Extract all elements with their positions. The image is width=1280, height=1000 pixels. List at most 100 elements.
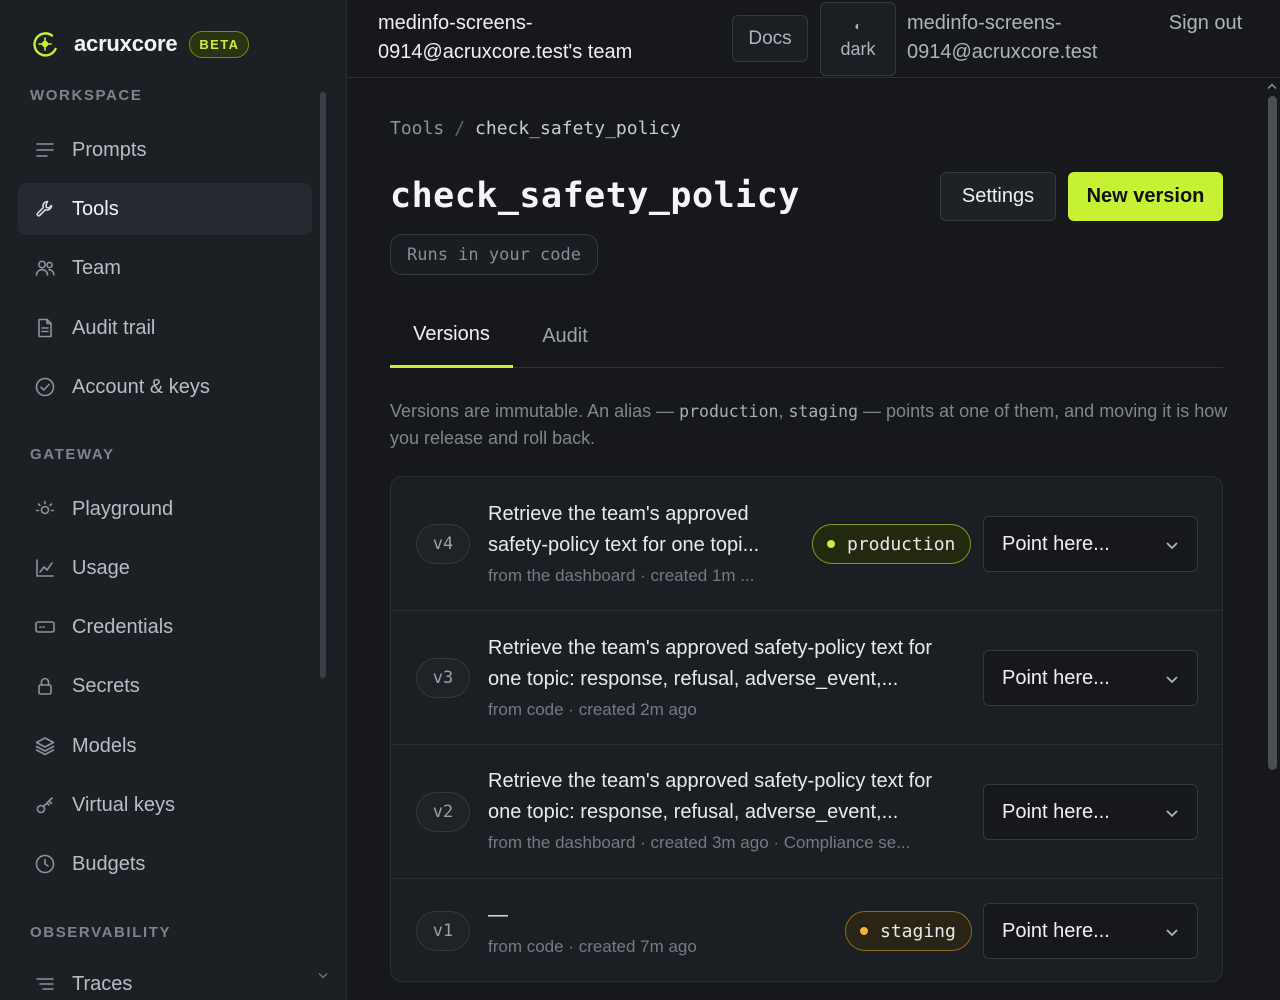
point-alias-select[interactable]: Point here...: [983, 903, 1198, 959]
sidebar-item-playground[interactable]: Playground: [18, 483, 312, 535]
sidebar-item-virtual-keys[interactable]: Virtual keys: [18, 779, 312, 831]
chevron-down-icon: [1166, 929, 1178, 937]
sidebar-item-label: Budgets: [72, 852, 146, 875]
intro-alias-production: production: [679, 402, 779, 421]
breadcrumb-separator: /: [454, 118, 466, 139]
sun-icon: [35, 500, 55, 515]
sidebar-item-team[interactable]: Team: [18, 242, 312, 294]
sidebar: acruxcore BETA WORKSPACE Prompts Tools T…: [0, 0, 347, 1000]
sidebar-item-models[interactable]: Models: [18, 720, 312, 772]
version-description: Retrieve the team's approved safety-poli…: [488, 503, 760, 556]
list-icon: [36, 143, 54, 157]
lock-icon: [38, 677, 52, 695]
new-version-button[interactable]: New version: [1068, 172, 1223, 221]
settings-button[interactable]: Settings: [940, 172, 1056, 221]
sidebar-item-label: Account & keys: [72, 375, 210, 398]
breadcrumb-current: check_safety_policy: [475, 118, 681, 139]
version-badge: v2: [416, 792, 470, 832]
acruxcore-logo-icon: [33, 32, 57, 57]
point-alias-select[interactable]: Point here...: [983, 516, 1198, 572]
alias-badge-production: production: [812, 524, 972, 564]
sidebar-item-prompts[interactable]: Prompts: [18, 124, 312, 176]
point-alias-select[interactable]: Point here...: [983, 784, 1198, 840]
team-name[interactable]: medinfo-screens-0914@acruxcore.test's te…: [378, 9, 698, 67]
wrench-icon: [36, 200, 53, 217]
tab-audit[interactable]: Audit: [530, 304, 600, 368]
version-meta: from the dashboard · created 3m ago · Co…: [488, 833, 911, 852]
sidebar-item-tools[interactable]: Tools: [18, 183, 312, 235]
beta-badge: BETA: [189, 30, 250, 58]
breadcrumb: Tools / check_safety_policy: [390, 118, 681, 139]
sidebar-item-label: Team: [72, 256, 121, 279]
users-icon: [35, 260, 55, 276]
sidebar-item-label: Secrets: [72, 674, 140, 697]
sidebar-item-audit-trail[interactable]: Audit trail: [18, 302, 312, 354]
version-description: Retrieve the team's approved safety-poli…: [488, 770, 933, 823]
version-description: Retrieve the team's approved safety-poli…: [488, 637, 933, 690]
version-meta: from code · created 2m ago: [488, 700, 697, 719]
version-row-v4[interactable]: v4 Retrieve the team's approved safety-p…: [391, 477, 1222, 611]
sidebar-item-label: Virtual keys: [72, 793, 176, 816]
intro-text-2: ,: [778, 401, 789, 421]
alias-label: staging: [880, 920, 956, 942]
page-title: check_safety_policy: [390, 176, 800, 216]
theme-toggle-button[interactable]: ◐ dark: [820, 2, 896, 76]
sidebar-item-secrets[interactable]: Secrets: [18, 660, 312, 712]
sidebar-scrollbar[interactable]: [320, 92, 326, 678]
alias-label: production: [847, 533, 956, 555]
sidebar-item-budgets[interactable]: Budgets: [18, 838, 312, 890]
point-alias-select-value: Point here...: [1002, 919, 1110, 942]
tab-bar: Versions Audit: [390, 304, 1223, 368]
sign-out-link[interactable]: Sign out: [1167, 9, 1244, 38]
sidebar-item-label: Models: [72, 734, 137, 757]
runs-in-code-badge: Runs in your code: [390, 234, 598, 275]
main-scrollbar-thumb[interactable]: [1268, 96, 1277, 770]
sidebar-item-label: Audit trail: [72, 316, 156, 339]
sidebar-item-label: Tools: [72, 197, 119, 220]
versions-intro-text: Versions are immutable. An alias — produ…: [390, 398, 1230, 452]
version-badge: v4: [416, 524, 470, 564]
sidebar-item-label: Credentials: [72, 615, 174, 638]
breadcrumb-parent-tools[interactable]: Tools: [390, 118, 444, 139]
sidebar-item-usage[interactable]: Usage: [18, 542, 312, 594]
check-circle-icon: [35, 377, 55, 397]
half-moon-icon: ◐: [854, 18, 862, 33]
document-icon: [38, 318, 52, 338]
tab-versions[interactable]: Versions: [390, 304, 513, 368]
sidebar-item-label: Prompts: [72, 138, 147, 161]
intro-alias-staging: staging: [788, 402, 859, 421]
point-alias-select-value: Point here...: [1002, 666, 1110, 689]
version-badge: v1: [416, 911, 470, 951]
sidebar-item-traces[interactable]: Traces: [18, 958, 312, 1000]
version-row-v2[interactable]: v2 Retrieve the team's approved safety-p…: [391, 745, 1222, 879]
version-meta: from code · created 7m ago: [488, 937, 697, 956]
sidebar-item-account-keys[interactable]: Account & keys: [18, 361, 312, 413]
point-alias-select[interactable]: Point here...: [983, 650, 1198, 706]
alias-dot: [827, 540, 835, 548]
alias-badge-staging: staging: [845, 911, 972, 951]
version-row-v3[interactable]: v3 Retrieve the team's approved safety-p…: [391, 611, 1222, 745]
sidebar-item-label: Playground: [72, 497, 174, 520]
chevron-down-icon: [1166, 676, 1178, 684]
section-label-observability: OBSERVABILITY: [30, 924, 172, 941]
sidebar-item-label: Usage: [72, 556, 130, 579]
chevron-down-icon: [1166, 810, 1178, 818]
version-row-v1[interactable]: v1 — from code · created 7m ago staging …: [391, 879, 1222, 981]
version-description: —: [488, 904, 508, 926]
scroll-up-icon[interactable]: [1267, 82, 1277, 90]
card-icon: [35, 621, 55, 633]
sidebar-item-credentials[interactable]: Credentials: [18, 601, 312, 653]
version-meta: from the dashboard · created 1m ...: [488, 566, 755, 585]
clock-icon: [35, 854, 55, 874]
point-alias-select-value: Point here...: [1002, 800, 1110, 823]
chevron-down-icon: [1166, 542, 1178, 550]
scroll-down-icon[interactable]: [318, 972, 328, 980]
brand[interactable]: acruxcore BETA: [30, 28, 250, 60]
section-label-workspace: WORKSPACE: [30, 87, 143, 104]
brand-name: acruxcore: [74, 31, 178, 56]
key-icon: [36, 797, 53, 814]
sidebar-item-label: Traces: [72, 972, 133, 995]
docs-button[interactable]: Docs: [732, 15, 808, 62]
theme-label: dark: [840, 38, 876, 59]
user-email: medinfo-screens-0914@acruxcore.test: [907, 12, 1098, 63]
